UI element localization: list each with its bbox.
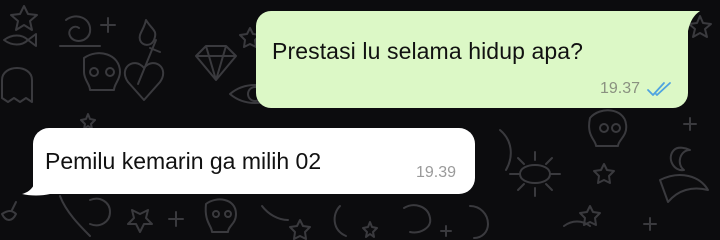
- message-text: Prestasi lu selama hidup apa?: [272, 38, 584, 64]
- message-timestamp: 19.37: [599, 80, 640, 97]
- double-check-read-icon: [647, 82, 671, 96]
- message-meta: 19.39: [416, 164, 456, 182]
- message-meta: 19.37: [600, 80, 674, 98]
- message-text: Pemilu kemarin ga milih 02: [45, 148, 322, 174]
- incoming-message-bubble[interactable]: Pemilu kemarin ga milih 02 19.39: [33, 128, 475, 194]
- message-timestamp: 19.39: [416, 164, 457, 181]
- outgoing-message-bubble[interactable]: Prestasi lu selama hidup apa? 19.37: [256, 11, 688, 108]
